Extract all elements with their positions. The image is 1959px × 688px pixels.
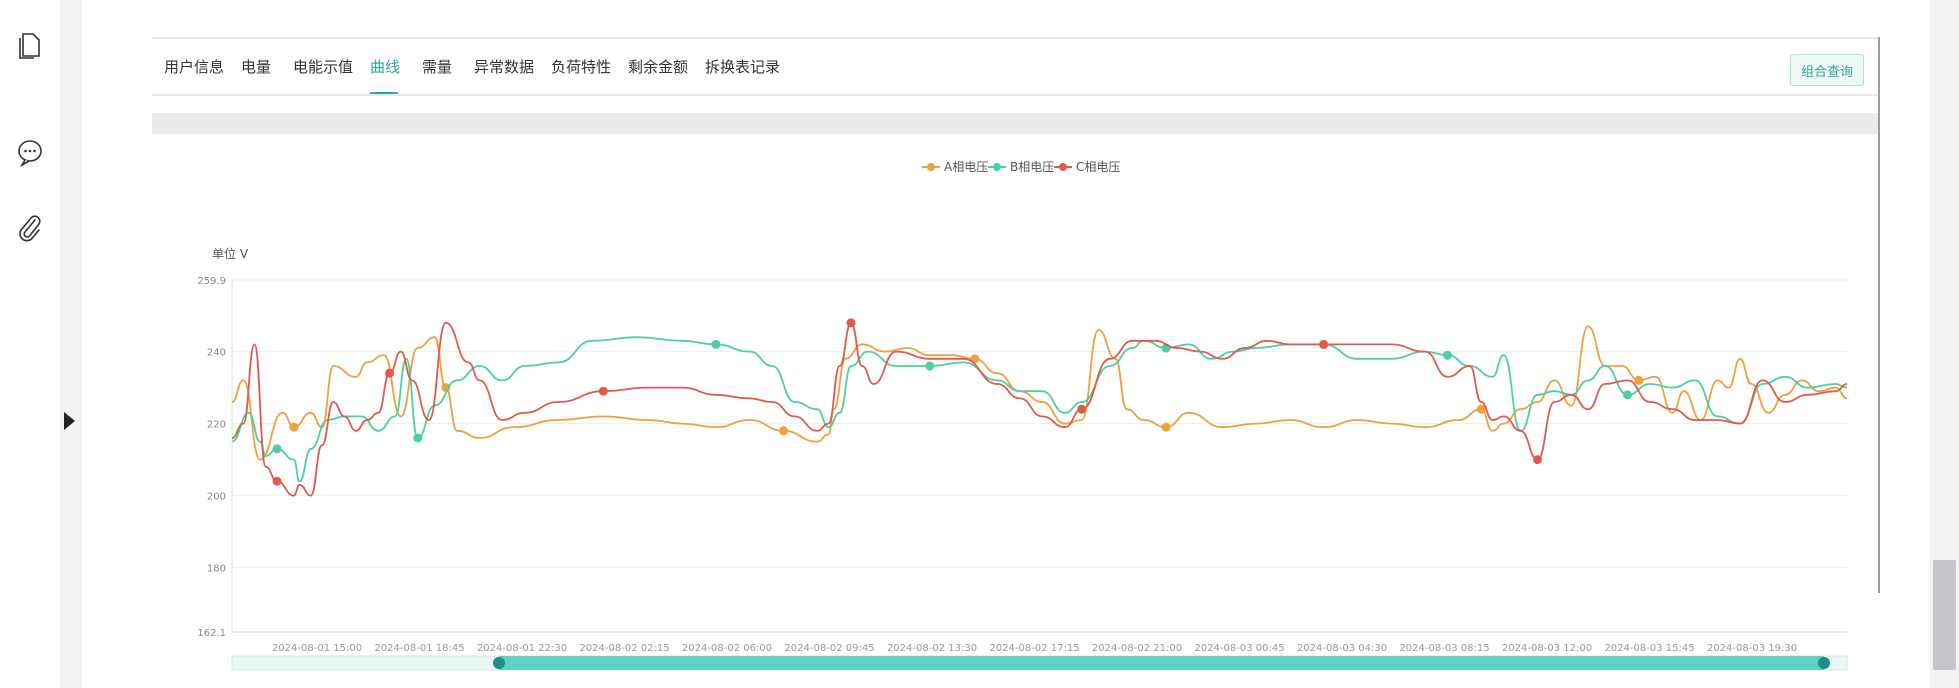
- series-0: [231, 325, 1848, 461]
- data-point-2-44[interactable]: [1077, 404, 1087, 414]
- x-tick-label-2: 2024-08-01 22:30: [477, 643, 567, 654]
- x-tick-label-12: 2024-08-03 12:00: [1502, 643, 1592, 654]
- data-point-1-64[interactable]: [1623, 390, 1633, 400]
- x-tick-label-7: 2024-08-02 17:15: [989, 643, 1079, 654]
- legend-marker-2: [1059, 163, 1067, 171]
- left-gutter: [60, 0, 82, 688]
- legend-label-0[interactable]: A相电压: [944, 160, 988, 174]
- y-tick-label-4: 180: [207, 564, 226, 575]
- data-point-2-14[interactable]: [385, 368, 395, 378]
- data-zoom-slider[interactable]: [231, 655, 1848, 671]
- x-tick-label-13: 2024-08-03 15:45: [1604, 643, 1694, 654]
- data-point-2-54[interactable]: [1319, 339, 1329, 349]
- chat-icon[interactable]: [14, 136, 46, 168]
- x-tick-label-8: 2024-08-02 21:00: [1092, 643, 1182, 654]
- data-point-0-4[interactable]: [289, 422, 299, 432]
- x-axis-ticks: 2024-08-01 15:00 2024-08-01 18:45 2024-08-…: [272, 643, 1797, 654]
- x-tick-label-14: 2024-08-03 19:30: [1707, 643, 1797, 654]
- y-tick-label-3: 200: [207, 492, 226, 503]
- y-tick-label-2: 220: [207, 420, 226, 431]
- paperclip-icon[interactable]: [14, 212, 46, 244]
- series-line-0: [231, 325, 1848, 461]
- zoom-handle-end[interactable]: [1818, 657, 1830, 669]
- left-toolbar: [0, 0, 60, 688]
- tab-abnormal-data[interactable]: 异常数据: [474, 56, 534, 77]
- data-point-0-64[interactable]: [1634, 375, 1644, 385]
- data-point-1-14[interactable]: [413, 433, 423, 443]
- legend-label-1[interactable]: B相电压: [1010, 160, 1054, 174]
- chart-series: [231, 318, 1848, 497]
- data-point-1-54[interactable]: [1442, 350, 1452, 360]
- data-point-2-34[interactable]: [846, 318, 856, 328]
- data-point-1-4[interactable]: [272, 444, 282, 454]
- data-point-2-4[interactable]: [272, 476, 282, 486]
- y-tick-label-0: 259.9: [197, 276, 226, 287]
- x-tick-label-4: 2024-08-02 06:00: [682, 643, 772, 654]
- series-line-1: [231, 336, 1848, 483]
- tab-bar: 用户信息 电量 电能示值 曲线 需量 异常数据 负荷特性 剩余金额 拆换表记录: [152, 40, 1878, 96]
- legend-marker-1: [993, 163, 1001, 171]
- page-scrollbar-thumb[interactable]: [1933, 560, 1956, 670]
- chart-legend: A相电压 B相电压 C相电压: [922, 160, 1120, 174]
- expand-arrow-icon[interactable]: [64, 412, 75, 430]
- tab-meter-replacement-records[interactable]: 拆换表记录: [705, 56, 780, 77]
- series-line-2: [231, 321, 1848, 497]
- x-tick-label-5: 2024-08-02 09:45: [784, 643, 874, 654]
- data-point-1-24[interactable]: [711, 339, 721, 349]
- x-tick-label-6: 2024-08-02 13:30: [887, 643, 977, 654]
- series-1: [231, 336, 1848, 483]
- tab-energy[interactable]: 电量: [241, 56, 271, 77]
- series-2: [231, 318, 1848, 497]
- x-tick-label-11: 2024-08-03 08:15: [1399, 643, 1489, 654]
- x-tick-label-9: 2024-08-03 00:45: [1194, 643, 1284, 654]
- tab-user-info[interactable]: 用户信息: [164, 56, 224, 77]
- legend-label-2[interactable]: C相电压: [1076, 160, 1120, 174]
- x-tick-label-10: 2024-08-03 04:30: [1297, 643, 1387, 654]
- x-tick-label-1: 2024-08-01 18:45: [374, 643, 464, 654]
- data-point-2-24[interactable]: [598, 386, 608, 396]
- zoom-selected-range[interactable]: [499, 656, 1824, 670]
- panel-border-top: [152, 37, 1880, 39]
- zoom-handle-start[interactable]: [493, 657, 505, 669]
- y-tick-label-1: 240: [207, 348, 226, 359]
- y-axis-ticks: 259.9 240 220 200 180 162.1: [197, 276, 226, 639]
- data-point-0-44[interactable]: [1161, 422, 1171, 432]
- tab-demand[interactable]: 需量: [422, 56, 452, 77]
- tab-load-characteristics[interactable]: 负荷特性: [551, 56, 611, 77]
- legend-marker-0: [927, 163, 935, 171]
- y-axis-unit-label: 单位 V: [212, 246, 249, 261]
- data-point-0-24[interactable]: [778, 426, 788, 436]
- combined-query-button[interactable]: 组合查询: [1790, 54, 1864, 86]
- document-icon[interactable]: [14, 30, 46, 62]
- tab-curve[interactable]: 曲线: [370, 56, 400, 77]
- chart-grid: [231, 279, 1847, 633]
- data-point-1-34[interactable]: [925, 361, 935, 371]
- x-tick-label-0: 2024-08-01 15:00: [272, 643, 362, 654]
- voltage-chart: A相电压 B相电压 C相电压 单位 V 259.9 240 220 200 180 162.1…: [197, 160, 1848, 671]
- tab-bar-divider: [152, 94, 1878, 96]
- tab-meter-reading[interactable]: 电能示值: [293, 56, 353, 77]
- y-tick-label-5: 162.1: [197, 628, 226, 639]
- toolbar-band: [152, 113, 1878, 134]
- data-point-2-64[interactable]: [1533, 455, 1543, 465]
- panel-border-right: [1878, 37, 1880, 593]
- tab-remaining-balance[interactable]: 剩余金额: [628, 56, 688, 77]
- x-tick-label-3: 2024-08-02 02:15: [579, 643, 669, 654]
